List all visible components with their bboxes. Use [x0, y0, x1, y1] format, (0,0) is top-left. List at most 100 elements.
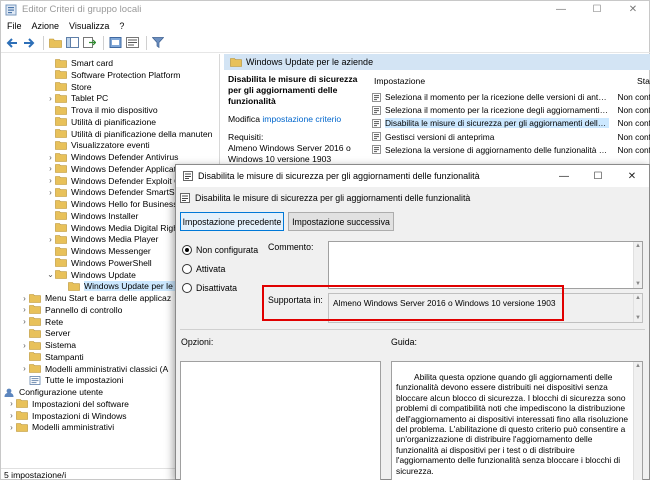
tree-item[interactable]: Tutte le impostazioni	[20, 374, 124, 386]
tree-item[interactable]: › Impostazioni di Windows	[7, 410, 126, 422]
setting-row[interactable]: Seleziona il momento per la ricezione de…	[372, 104, 650, 116]
comment-textarea[interactable]: ▲ ▼	[328, 241, 643, 289]
tree-expander-icon[interactable]: ›	[7, 399, 16, 408]
tree-item[interactable]: Stampanti	[20, 351, 84, 363]
tree-expander-icon[interactable]: ›	[20, 364, 29, 373]
folder-icon	[55, 152, 67, 162]
radio-button[interactable]	[182, 264, 192, 274]
radio-button[interactable]	[182, 245, 192, 255]
back-arrow-icon[interactable]	[5, 36, 19, 50]
scroll-up-icon[interactable]: ▲	[635, 243, 641, 249]
supported-scrollbar[interactable]: ▲ ▼	[633, 294, 642, 322]
tree-item[interactable]: Software Protection Platform	[46, 69, 180, 81]
setting-state: Non conf	[617, 92, 650, 102]
setting-row[interactable]: Seleziona il momento per la ricezione de…	[372, 91, 650, 103]
tree-item[interactable]: Smart card	[46, 57, 113, 69]
tree-item[interactable]: › Windows Defender Antivirus	[46, 151, 178, 163]
guide-scrollbar[interactable]: ▲	[633, 362, 642, 480]
tree-item[interactable]: Server	[20, 327, 70, 339]
tree-expander-icon[interactable]: ›	[46, 94, 55, 103]
tree-item[interactable]: › Windows Defender SmartScr	[46, 186, 182, 198]
tree-item[interactable]: › Rete	[20, 316, 63, 328]
tree-item[interactable]: ⌄ Windows Update	[46, 269, 136, 281]
dialog-minimize-button[interactable]: —	[547, 165, 581, 187]
tree-item[interactable]: Utilità di pianificazione	[46, 116, 156, 128]
minimize-button[interactable]: —	[543, 1, 579, 18]
tree-item[interactable]: › Pannello di controllo	[20, 304, 122, 316]
tree-item[interactable]: Windows Messenger	[46, 245, 151, 257]
column-header-setting[interactable]: Impostazione	[374, 76, 425, 86]
scroll-up-icon[interactable]: ▲	[635, 295, 641, 301]
tree-item[interactable]: › Windows Media Player	[46, 233, 158, 245]
tree-item[interactable]: Store	[46, 81, 92, 93]
tree-item[interactable]: ⌄Configurazione utente	[1, 386, 103, 398]
setting-row[interactable]: Disabilita le misure di sicurezza per gl…	[372, 117, 650, 129]
menu-file[interactable]: File	[7, 21, 22, 31]
requirements: Requisiti: Almeno Windows Server 2016 o …	[228, 132, 368, 165]
menu-azione[interactable]: Azione	[32, 21, 60, 31]
tree-item[interactable]: › Windows Defender Applicati	[46, 163, 178, 175]
column-header-state[interactable]: Stat	[637, 76, 650, 86]
close-button[interactable]: ✕	[615, 1, 650, 18]
tree-expander-icon[interactable]: ›	[46, 235, 55, 244]
tree-expander-icon[interactable]: ›	[20, 294, 29, 303]
tree-expander-icon[interactable]: ›	[7, 411, 16, 420]
edit-policy-link[interactable]: impostazione criterio	[262, 114, 341, 124]
properties-icon[interactable]	[125, 36, 139, 50]
tree-item[interactable]: › Modelli amministrativi classici (A	[20, 363, 168, 375]
tree-item[interactable]: › Windows Defender Exploit G	[46, 175, 181, 187]
radio-enabled[interactable]: Attivata	[182, 264, 225, 274]
tree-item[interactable]: › Modelli amministrativi	[7, 421, 114, 433]
tree-item-label: Rete	[45, 316, 64, 327]
setting-state: Non conf	[617, 131, 650, 142]
scroll-down-icon[interactable]: ▼	[635, 281, 641, 287]
menu-visualizza[interactable]: Visualizza	[69, 21, 109, 31]
tree-item[interactable]: Windows Hello for Business	[46, 198, 178, 210]
tree-item[interactable]: Visualizzatore eventi	[46, 139, 150, 151]
tree-item[interactable]: Windows Media Digital Righ	[46, 222, 178, 234]
tree-item[interactable]: Windows Installer	[46, 210, 138, 222]
tree-item-label: Stampanti	[45, 351, 84, 362]
dialog-maximize-button[interactable]: ☐	[581, 165, 615, 187]
tree-expander-icon[interactable]: ⌄	[46, 270, 55, 279]
menu-help[interactable]: ?	[119, 21, 124, 31]
dialog-separator	[180, 329, 645, 330]
scroll-up-icon[interactable]: ▲	[635, 363, 641, 369]
tree-expander-icon[interactable]: ›	[46, 153, 55, 162]
tree-item[interactable]: Trova il mio dispositivo	[46, 104, 158, 116]
previous-setting-button[interactable]: Impostazione precedente	[180, 212, 284, 231]
setting-row[interactable]: Seleziona la versione di aggiornamento d…	[372, 144, 650, 156]
scroll-down-icon[interactable]: ▼	[635, 315, 641, 321]
show-hide-tree-icon[interactable]	[65, 36, 79, 50]
next-setting-button[interactable]: Impostazione successiva	[288, 212, 394, 231]
tree-item[interactable]: Windows Update per le azi	[59, 280, 187, 292]
tree-expander-icon[interactable]: ›	[46, 176, 55, 185]
filter-icon[interactable]	[151, 36, 165, 50]
tree-item[interactable]: Windows PowerShell	[46, 257, 152, 269]
tree-item[interactable]: Utilità di pianificazione della manuten	[46, 128, 212, 140]
maximize-button[interactable]: ☐	[579, 1, 615, 18]
tree-expander-icon[interactable]: ›	[20, 341, 29, 350]
tree-expander-icon[interactable]: ›	[20, 317, 29, 326]
tree-expander-icon[interactable]: ›	[20, 305, 29, 314]
folder-icon	[55, 105, 67, 115]
radio-disabled[interactable]: Disattivata	[182, 283, 237, 293]
up-folder-icon[interactable]	[48, 36, 62, 50]
setting-name: Gestisci versioni di anteprima	[385, 131, 495, 142]
setting-row[interactable]: Gestisci versioni di anteprima Non conf	[372, 131, 650, 143]
export-list-icon[interactable]	[82, 36, 96, 50]
dialog-close-button[interactable]: ✕	[615, 165, 649, 187]
tree-expander-icon[interactable]: ›	[46, 188, 55, 197]
tree-item[interactable]: › Menu Start e barra delle applicaz	[20, 292, 171, 304]
radio-button[interactable]	[182, 283, 192, 293]
tree-item[interactable]: › Sistema	[20, 339, 76, 351]
forward-arrow-icon[interactable]	[22, 36, 36, 50]
tree-item[interactable]: › Tablet PC	[46, 92, 108, 104]
radio-not-configured[interactable]: Non configurata	[182, 245, 258, 255]
tree-item[interactable]: › Impostazioni del software	[7, 398, 129, 410]
help-book-icon[interactable]	[108, 36, 122, 50]
comment-scrollbar[interactable]: ▲ ▼	[633, 242, 642, 288]
options-panel	[180, 361, 381, 480]
tree-expander-icon[interactable]: ›	[46, 164, 55, 173]
tree-expander-icon[interactable]: ›	[7, 423, 16, 432]
